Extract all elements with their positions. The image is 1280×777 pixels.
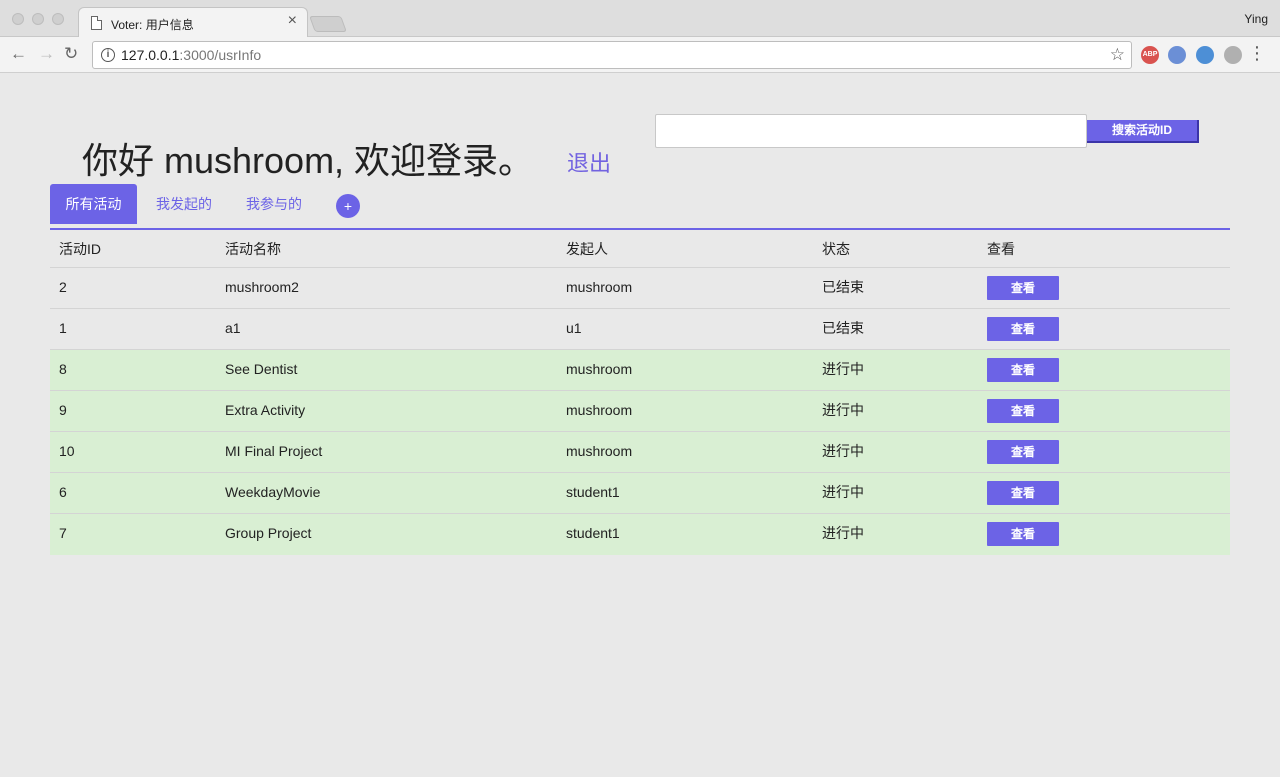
- column-header-name: 活动名称: [225, 241, 281, 257]
- tab-my-joined[interactable]: 我参与的: [235, 184, 313, 224]
- table-row: 7 Group Project student1 进行中 查看: [50, 514, 1230, 555]
- tab-my-created[interactable]: 我发起的: [145, 184, 223, 224]
- table-header: 活动ID 活动名称 发起人 状态 查看: [50, 230, 1230, 268]
- add-activity-button[interactable]: +: [336, 194, 360, 218]
- cell-owner: mushroom: [566, 443, 633, 459]
- cell-activity-id: 9: [59, 402, 67, 418]
- activity-tabs: 所有活动 我发起的 我参与的 +: [50, 184, 1230, 230]
- cell-activity-name: mushroom2: [225, 279, 299, 295]
- table-row: 10 MI Final Project mushroom 进行中 查看: [50, 432, 1230, 473]
- tab-all-activities[interactable]: 所有活动: [50, 184, 137, 224]
- profile-name[interactable]: Ying: [1244, 12, 1268, 26]
- table-row: 8 See Dentist mushroom 进行中 查看: [50, 350, 1230, 391]
- abp-icon[interactable]: ABP: [1141, 46, 1159, 64]
- column-header-status: 状态: [822, 241, 850, 257]
- bookmark-star-icon[interactable]: ☆: [1110, 45, 1125, 65]
- view-button[interactable]: 查看: [987, 522, 1059, 546]
- cell-status: 进行中: [822, 443, 864, 459]
- cell-activity-id: 10: [59, 443, 75, 459]
- tab-title: Voter: 用户信息: [111, 18, 194, 32]
- url-text[interactable]: 127.0.0.1:3000/usrInfo: [121, 47, 261, 63]
- cell-status: 进行中: [822, 402, 864, 418]
- search-button[interactable]: 搜索活动ID: [1087, 120, 1199, 143]
- view-button[interactable]: 查看: [987, 481, 1059, 505]
- cell-status: 已结束: [822, 279, 864, 295]
- info-icon[interactable]: i: [101, 48, 115, 62]
- cell-owner: student1: [566, 484, 620, 500]
- cell-activity-id: 1: [59, 320, 67, 336]
- cell-activity-id: 7: [59, 525, 67, 541]
- table-row: 1 a1 u1 已结束 查看: [50, 309, 1230, 350]
- cell-owner: student1: [566, 525, 620, 541]
- tab-close-icon[interactable]: ×: [288, 13, 297, 29]
- cell-activity-name: MI Final Project: [225, 443, 323, 459]
- address-bar[interactable]: i 127.0.0.1:3000/usrInfo ☆: [92, 41, 1132, 69]
- back-icon[interactable]: ←: [10, 43, 27, 65]
- cell-activity-name: WeekdayMovie: [225, 484, 321, 500]
- column-header-view: 查看: [987, 241, 1015, 257]
- translate-icon[interactable]: [1168, 46, 1186, 64]
- view-button[interactable]: 查看: [987, 317, 1059, 341]
- column-header-owner: 发起人: [566, 241, 608, 257]
- menu-dots-icon[interactable]: ⋮: [1248, 44, 1266, 62]
- cell-status: 进行中: [822, 361, 864, 377]
- cell-status: 进行中: [822, 525, 864, 541]
- cell-activity-id: 8: [59, 361, 67, 377]
- cell-status: 已结束: [822, 320, 864, 336]
- view-button[interactable]: 查看: [987, 399, 1059, 423]
- cell-activity-name: a1: [225, 320, 241, 336]
- cell-activity-name: Group Project: [225, 525, 312, 541]
- table-row: 2 mushroom2 mushroom 已结束 查看: [50, 268, 1230, 309]
- cell-owner: mushroom: [566, 402, 633, 418]
- cell-activity-name: See Dentist: [225, 361, 298, 377]
- table-row: 9 Extra Activity mushroom 进行中 查看: [50, 391, 1230, 432]
- cell-status: 进行中: [822, 484, 864, 500]
- forward-icon[interactable]: →: [38, 43, 55, 65]
- activity-table: 活动ID 活动名称 发起人 状态 查看 2 mushroom2 mushroom 已结…: [50, 230, 1230, 555]
- search-input[interactable]: [655, 114, 1087, 148]
- cell-owner: u1: [566, 320, 582, 336]
- atom-icon[interactable]: [1224, 46, 1242, 64]
- view-button[interactable]: 查看: [987, 440, 1059, 464]
- cell-owner: mushroom: [566, 361, 633, 377]
- new-tab-button[interactable]: [309, 16, 347, 32]
- view-button[interactable]: 查看: [987, 358, 1059, 382]
- cell-activity-name: Extra Activity: [225, 402, 306, 418]
- zoom-window-button[interactable]: [52, 13, 64, 25]
- cell-owner: mushroom: [566, 279, 633, 295]
- column-header-id: 活动ID: [59, 241, 101, 257]
- cube-icon[interactable]: [1196, 46, 1214, 64]
- browser-titlebar: Voter: 用户信息 × Ying: [0, 0, 1280, 38]
- minimize-window-button[interactable]: [32, 13, 44, 25]
- close-window-button[interactable]: [12, 13, 24, 25]
- view-button[interactable]: 查看: [987, 276, 1059, 300]
- browser-toolbar: ← → ↻ i 127.0.0.1:3000/usrInfo ☆ ABP ⋮: [0, 37, 1280, 73]
- cell-activity-id: 2: [59, 279, 67, 295]
- greeting-heading: 你好 mushroom, 欢迎登录。: [82, 140, 535, 181]
- reload-icon[interactable]: ↻: [64, 43, 78, 65]
- document-icon: [91, 16, 102, 30]
- page-content: 你好 mushroom, 欢迎登录。 退出 搜索活动ID 所有活动 我发起的 我…: [0, 74, 1280, 777]
- browser-tab[interactable]: Voter: 用户信息 ×: [78, 7, 308, 38]
- cell-activity-id: 6: [59, 484, 67, 500]
- table-row: 6 WeekdayMovie student1 进行中 查看: [50, 473, 1230, 514]
- logout-link[interactable]: 退出: [567, 146, 611, 178]
